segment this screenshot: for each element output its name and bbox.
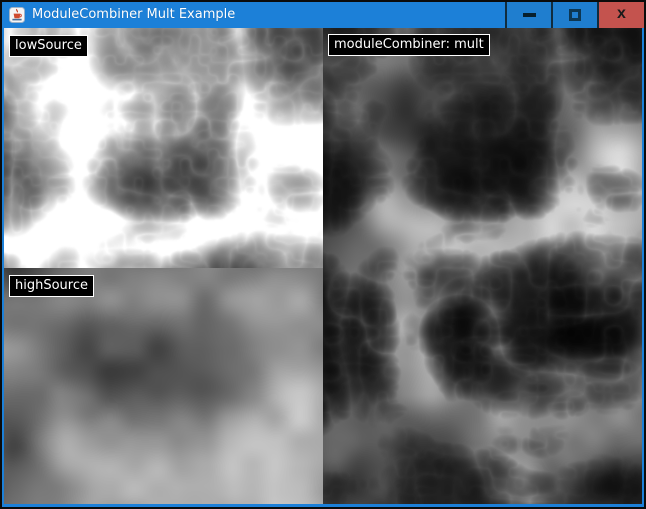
window-title: ModuleCombiner Mult Example <box>32 2 235 28</box>
low-source-noise-image <box>4 28 323 268</box>
maximize-icon <box>569 9 581 21</box>
minimize-icon <box>523 13 536 17</box>
titlebar[interactable]: ModuleCombiner Mult Example x <box>2 2 644 28</box>
window-frame: ModuleCombiner Mult Example x <box>2 2 644 507</box>
module-combiner-mult-noise-image <box>323 28 642 504</box>
module-combiner-mult-label: moduleCombiner: mult <box>328 34 490 56</box>
close-icon: x <box>617 6 626 22</box>
high-source-noise-image <box>4 268 323 504</box>
low-source-label: lowSource <box>9 35 88 57</box>
close-button[interactable]: x <box>597 2 644 28</box>
high-source-label: highSource <box>9 275 94 297</box>
maximize-button[interactable] <box>551 2 597 28</box>
app-window: ModuleCombiner Mult Example x <box>0 0 646 509</box>
minimize-button[interactable] <box>505 2 551 28</box>
java-coffee-cup-icon <box>9 7 25 23</box>
window-controls: x <box>505 2 644 28</box>
screenshot-stage: ModuleCombiner Mult Example x <box>0 0 646 509</box>
render-area: lowSource highSource moduleCombiner: mul… <box>4 28 642 504</box>
